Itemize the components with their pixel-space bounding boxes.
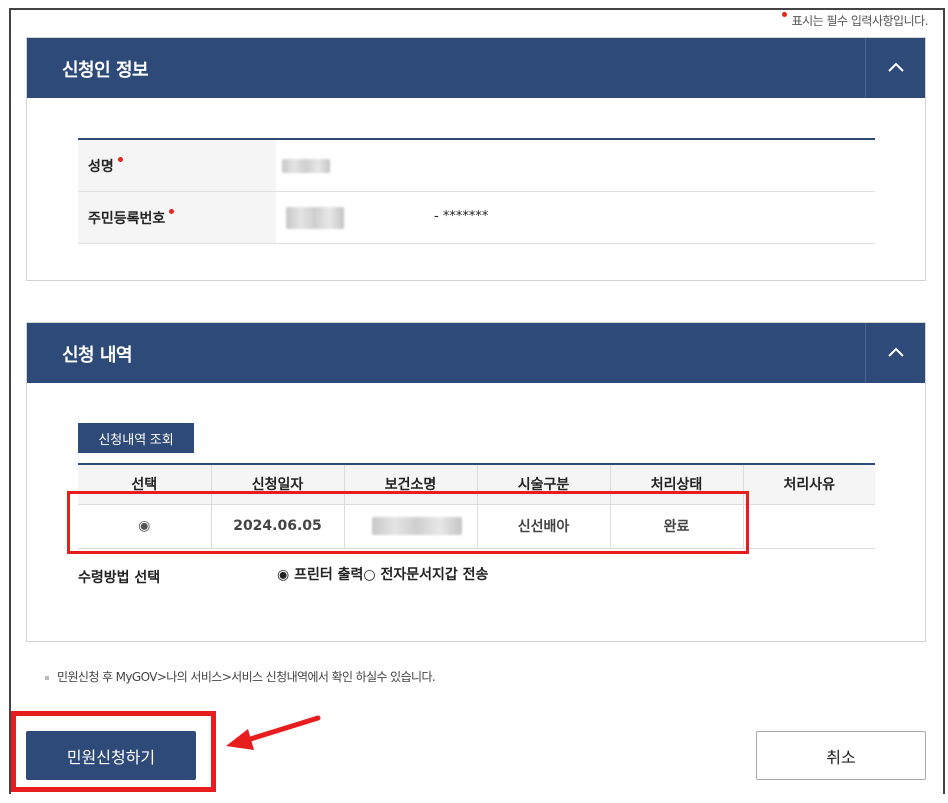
- reason-cell: [743, 504, 875, 549]
- history-panel-title: 신청 내역: [62, 345, 133, 366]
- required-dot-icon: [169, 209, 175, 214]
- applicant-panel: 신청인 정보 성명 주민등록번호 - *******: [26, 37, 926, 281]
- highlight-box-row: [67, 491, 749, 554]
- name-value: [276, 140, 875, 191]
- arrow-left-icon: [226, 715, 321, 750]
- history-panel-header: 신청 내역: [27, 323, 925, 383]
- history-query-button[interactable]: 신청내역 조회: [78, 423, 194, 453]
- cancel-button[interactable]: 취소: [756, 731, 926, 780]
- history-panel: 신청 내역 신청내역 조회 선택 신청일자 보건소명 시술구분 처리상태 처리사…: [26, 322, 926, 642]
- notice-text: 민원신청 후 MyGOV>나의 서비스>서비스 신청내역에서 확인 하실수 있습…: [45, 668, 436, 685]
- name-label: 성명: [78, 140, 276, 191]
- receive-method-options[interactable]: ◉ 프린터 출력○ 전자문서지갑 전송: [277, 564, 488, 584]
- masked-name: [282, 159, 330, 173]
- chevron-up-icon: [888, 62, 904, 72]
- highlight-box-button: [11, 711, 216, 792]
- name-row: 성명: [78, 140, 875, 192]
- bullet-icon: [45, 675, 49, 680]
- rrn-value: - *******: [276, 192, 875, 243]
- applicant-panel-title: 신청인 정보: [62, 60, 149, 81]
- applicant-collapse-toggle[interactable]: [865, 38, 925, 98]
- applicant-panel-header: 신청인 정보: [27, 38, 925, 98]
- required-dot-icon: [781, 12, 787, 17]
- rrn-row: 주민등록번호 - *******: [78, 192, 875, 244]
- receive-method-label: 수령방법 선택: [78, 570, 161, 586]
- rrn-suffix: - *******: [434, 209, 489, 224]
- required-note: 표시는 필수 입력사항입니다.: [781, 12, 929, 29]
- rrn-label: 주민등록번호: [78, 192, 276, 243]
- column-header: 처리사유: [743, 464, 875, 505]
- applicant-info-table: 성명 주민등록번호 - *******: [78, 138, 875, 244]
- masked-rrn: [286, 207, 344, 229]
- history-collapse-toggle[interactable]: [865, 323, 925, 383]
- required-dot-icon: [117, 157, 123, 162]
- chevron-up-icon: [888, 347, 904, 357]
